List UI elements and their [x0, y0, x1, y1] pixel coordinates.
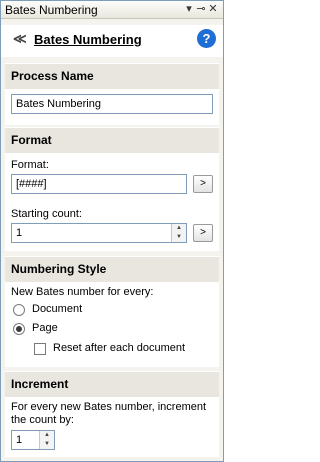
process-name-section: Bates Numbering	[5, 89, 219, 125]
spin-up-icon[interactable]: ▲	[40, 431, 54, 440]
starting-count-insert-button[interactable]: >	[193, 224, 213, 242]
spin-up-icon[interactable]: ▲	[172, 224, 186, 233]
process-name-section-header: Process Name	[5, 63, 219, 89]
format-insert-button[interactable]: >	[193, 175, 213, 193]
document-radio[interactable]	[13, 304, 25, 316]
increment-section-header: Increment	[5, 371, 219, 397]
increment-description-line1: For every new Bates number, increment	[11, 401, 207, 413]
document-radio-label[interactable]: Document	[32, 303, 82, 315]
pin-icon[interactable]: ⊸	[195, 3, 207, 15]
numbering-prompt: New Bates number for every:	[11, 286, 154, 298]
close-icon[interactable]: ✕	[207, 3, 219, 15]
increment-section: For every new Bates number, increment th…	[5, 397, 219, 457]
increment-value: 1	[16, 434, 23, 446]
process-name-input[interactable]: Bates Numbering	[11, 94, 213, 114]
page-radio-label[interactable]: Page	[32, 322, 58, 334]
section-title: Increment	[11, 377, 69, 391]
format-section-header: Format	[5, 127, 219, 153]
reset-after-document-checkbox[interactable]	[34, 343, 46, 355]
spin-down-icon[interactable]: ▼	[172, 233, 186, 242]
reset-after-document-label[interactable]: Reset after each document	[53, 342, 185, 354]
spin-down-icon[interactable]: ▼	[40, 440, 54, 449]
bates-numbering-panel: Bates Numbering ▾ ⊸ ✕ ≪ Bates Numbering …	[0, 0, 224, 462]
numbering-style-section-header: Numbering Style	[5, 256, 219, 282]
starting-count-field[interactable]: 1 ▲ ▼	[11, 223, 187, 243]
collapse-chevron-icon[interactable]: ≪	[13, 31, 27, 47]
panel-titlebar: Bates Numbering ▾ ⊸ ✕	[1, 1, 223, 19]
section-title: Process Name	[11, 69, 94, 83]
section-title: Numbering Style	[11, 262, 107, 276]
format-label: Format:	[11, 159, 49, 171]
panel-header: ≪ Bates Numbering ?	[1, 25, 223, 57]
section-title: Format	[11, 133, 52, 147]
format-section: Format: [####] > Starting count: 1 ▲ ▼ >	[5, 153, 219, 251]
increment-spinner[interactable]: ▲ ▼	[39, 431, 54, 449]
increment-description-line2: the count by:	[11, 414, 74, 426]
increment-field[interactable]: 1 ▲ ▼	[11, 430, 55, 450]
starting-count-spinner[interactable]: ▲ ▼	[171, 224, 186, 242]
help-icon[interactable]: ?	[197, 29, 216, 48]
dropdown-arrow-icon[interactable]: ▾	[183, 3, 195, 15]
header-title-link[interactable]: Bates Numbering	[34, 32, 142, 47]
starting-count-value: 1	[16, 227, 23, 239]
starting-count-label: Starting count:	[11, 208, 82, 220]
numbering-style-section: New Bates number for every: Document Pag…	[5, 282, 219, 367]
format-input[interactable]: [####]	[11, 174, 187, 194]
panel-title: Bates Numbering	[5, 3, 98, 17]
page-radio[interactable]	[13, 323, 25, 335]
